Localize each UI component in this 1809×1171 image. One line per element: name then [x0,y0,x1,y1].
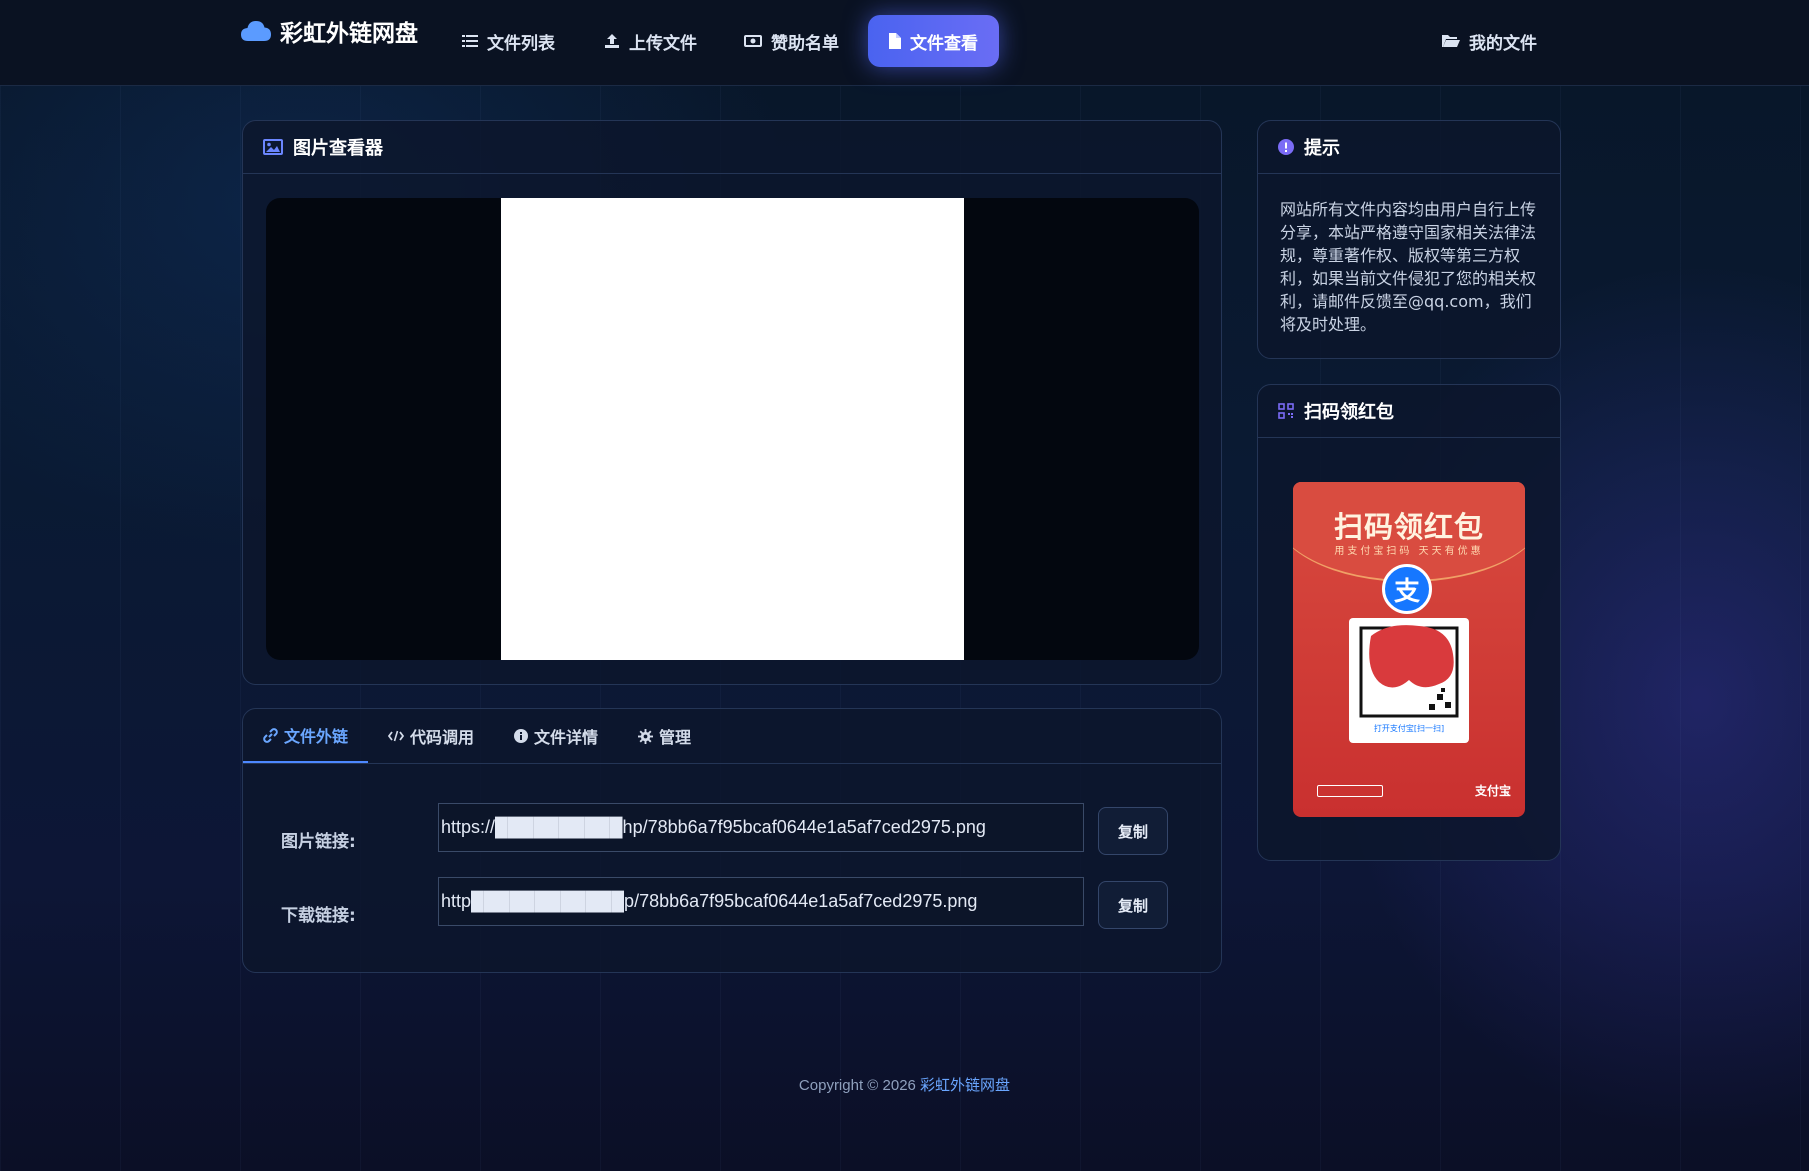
tip-header: 提示 [1258,121,1560,174]
redpacket-title: 扫码领红包 [1304,402,1394,423]
nav-sponsors-label: 赞助名单 [771,33,839,54]
tab-manage-label: 管理 [659,728,692,747]
download-link-input[interactable]: http████████████p/78bb6a7f95bcaf0644e1a5… [438,877,1084,926]
envelope-subtitle: 用支付宝扫码 天天有优惠 [1334,546,1484,557]
footer-site-link[interactable]: 彩虹外链网盘 [920,1077,1010,1094]
tab-bar: 文件外链 代码调用 文件详情 管理 [243,709,1221,764]
tab-manage[interactable]: 管理 [618,709,711,763]
tab-file-link-label: 文件外链 [284,727,349,746]
gear-icon [638,728,654,744]
nav-sponsors[interactable]: 赞助名单 [724,15,859,67]
copy-image-link-button[interactable]: 复制 [1098,807,1168,855]
alipay-logo-icon: 支 [1382,564,1432,614]
code-icon [388,730,405,742]
exclamation-icon [1278,139,1294,155]
image-link-row: 图片链接: https://██████████hp/78bb6a7f95bca… [243,803,1221,855]
footer: Copyright © 2026 彩虹外链网盘 [0,1074,1809,1095]
money-icon [744,34,762,48]
image-link-input[interactable]: https://██████████hp/78bb6a7f95bcaf0644e… [438,803,1084,852]
qrcode-icon [1278,403,1294,419]
image-link-label: 图片链接: [281,832,356,852]
tip-text: 网站所有文件内容均由用户自行上传分享，本站严格遵守国家相关法律法规，尊重著作权、… [1280,200,1537,334]
image-preview-area[interactable] [266,198,1199,660]
image-viewer-title: 图片查看器 [293,138,383,159]
download-link-row: 下载链接: http████████████p/78bb6a7f95bcaf06… [243,877,1221,929]
brand-name: 彩虹外链网盘 [280,21,418,47]
redpacket-card: 扫码领红包 扫码领红包 用支付宝扫码 天天有优惠 支 打开支付宝[扫一扫] 支付… [1257,384,1561,861]
qr-pattern-icon [1359,625,1459,718]
envelope-pill [1317,785,1383,797]
nav-my-files-label: 我的文件 [1469,33,1537,54]
copyright-text: Copyright © 2026 [798,1077,921,1094]
tip-card: 提示 网站所有文件内容均由用户自行上传分享，本站严格遵守国家相关法律法规，尊重著… [1257,120,1561,359]
file-icon [888,33,901,49]
tip-title: 提示 [1304,138,1340,159]
qr-code: 打开支付宝[扫一扫] [1349,618,1469,743]
upload-icon [604,33,620,49]
file-links-card: 文件外链 代码调用 文件详情 管理 图片链接: https://████████… [242,708,1222,973]
nav-file-view[interactable]: 文件查看 [868,15,999,67]
envelope-title: 扫码领红包 [1333,510,1484,544]
tab-file-details[interactable]: 文件详情 [494,709,618,763]
folder-open-icon [1442,34,1460,48]
image-viewer-card: 图片查看器 [242,120,1222,685]
nav-file-list-label: 文件列表 [487,33,555,54]
image-viewer-header: 图片查看器 [243,121,1221,174]
navbar: 彩虹外链网盘 文件列表 上传文件 赞助名单 文件查看 我的文件 [0,0,1809,86]
brand-logo[interactable]: 彩虹外链网盘 [240,14,418,48]
info-icon [514,729,529,743]
cloud-icon [240,19,272,43]
redpacket-qr-image[interactable]: 扫码领红包 用支付宝扫码 天天有优惠 支 打开支付宝[扫一扫] 支付宝 [1293,482,1525,817]
envelope-brand: 支付宝 [1474,784,1511,798]
previewed-image[interactable] [501,198,964,660]
qr-caption: 打开支付宝[扫一扫] [1373,724,1445,733]
redpacket-header: 扫码领红包 [1258,385,1560,438]
nav-upload[interactable]: 上传文件 [584,15,717,67]
list-icon [462,34,478,48]
image-icon [263,139,283,155]
copy-download-link-button[interactable]: 复制 [1098,881,1168,929]
nav-upload-label: 上传文件 [629,33,697,54]
tab-code-embed-label: 代码调用 [410,728,475,747]
tab-file-link[interactable]: 文件外链 [243,709,369,763]
nav-file-list[interactable]: 文件列表 [442,15,575,67]
link-icon [263,727,278,743]
download-link-label: 下载链接: [281,906,356,926]
tab-file-details-label: 文件详情 [534,728,599,747]
nav-file-view-label: 文件查看 [910,33,978,54]
nav-my-files[interactable]: 我的文件 [1422,15,1557,67]
tab-code-embed[interactable]: 代码调用 [368,709,494,763]
